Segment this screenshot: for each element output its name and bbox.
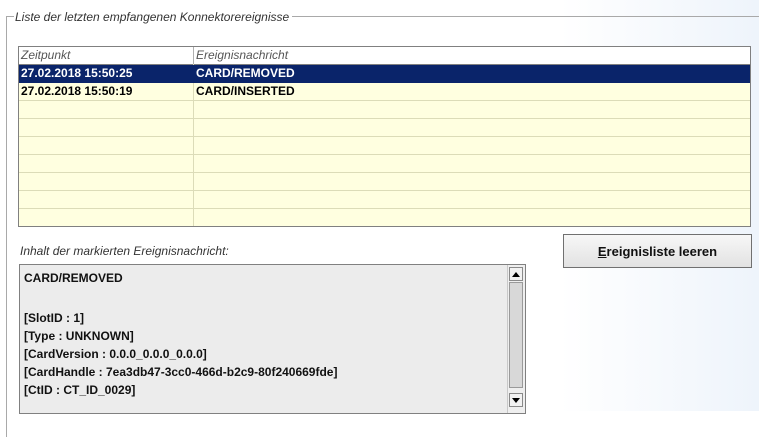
detail-line: [SlotID : 1] bbox=[24, 311, 84, 325]
events-table[interactable]: Zeitpunkt Ereignisnachricht 27.02.2018 1… bbox=[18, 46, 751, 227]
table-row[interactable]: 27.02.2018 15:50:25 CARD/REMOVED bbox=[19, 65, 750, 83]
row-time: 27.02.2018 15:50:25 bbox=[21, 66, 133, 80]
clear-button-label: reignisliste leeren bbox=[606, 243, 718, 259]
row-time: 27.02.2018 15:50:19 bbox=[21, 84, 133, 98]
scroll-down-button[interactable] bbox=[509, 393, 523, 407]
empty-row bbox=[19, 137, 750, 155]
scroll-thumb[interactable] bbox=[509, 282, 523, 388]
events-table-header: Zeitpunkt Ereignisnachricht bbox=[19, 47, 750, 65]
detail-label: Inhalt der markierten Ereignisnachricht: bbox=[20, 244, 229, 258]
row-message: CARD/REMOVED bbox=[196, 66, 295, 80]
empty-row bbox=[19, 119, 750, 137]
arrow-up-icon bbox=[512, 271, 520, 277]
detail-line: CARD/REMOVED bbox=[24, 271, 123, 285]
detail-scrollbar[interactable] bbox=[507, 265, 525, 413]
clear-button-mnemonic: E bbox=[597, 243, 607, 259]
events-groupbox-legend: Liste der letzten empfangenen Konnektore… bbox=[14, 10, 293, 24]
empty-row bbox=[19, 173, 750, 191]
empty-row bbox=[19, 191, 750, 209]
detail-line: [CardHandle : 7ea3db47-3cc0-466d-b2c9-80… bbox=[24, 365, 338, 379]
empty-row bbox=[19, 155, 750, 173]
column-header-message[interactable]: Ereignisnachricht bbox=[194, 47, 750, 64]
row-message: CARD/INSERTED bbox=[196, 84, 295, 98]
clear-event-list-button[interactable]: Ereignisliste leeren bbox=[563, 234, 752, 268]
empty-row bbox=[19, 209, 750, 226]
detail-line: [Type : UNKNOWN] bbox=[24, 329, 134, 343]
table-row[interactable]: 27.02.2018 15:50:19 CARD/INSERTED bbox=[19, 83, 750, 101]
detail-line: [CtID : CT_ID_0029] bbox=[24, 383, 136, 397]
scroll-up-button[interactable] bbox=[509, 267, 523, 281]
empty-row bbox=[19, 101, 750, 119]
column-header-time[interactable]: Zeitpunkt bbox=[19, 47, 194, 64]
event-detail-textarea[interactable]: CARD/REMOVED [SlotID : 1] [Type : UNKNOW… bbox=[19, 264, 526, 414]
arrow-down-icon bbox=[512, 397, 520, 403]
detail-line: [CardVersion : 0.0.0_0.0.0_0.0.0] bbox=[24, 347, 207, 361]
